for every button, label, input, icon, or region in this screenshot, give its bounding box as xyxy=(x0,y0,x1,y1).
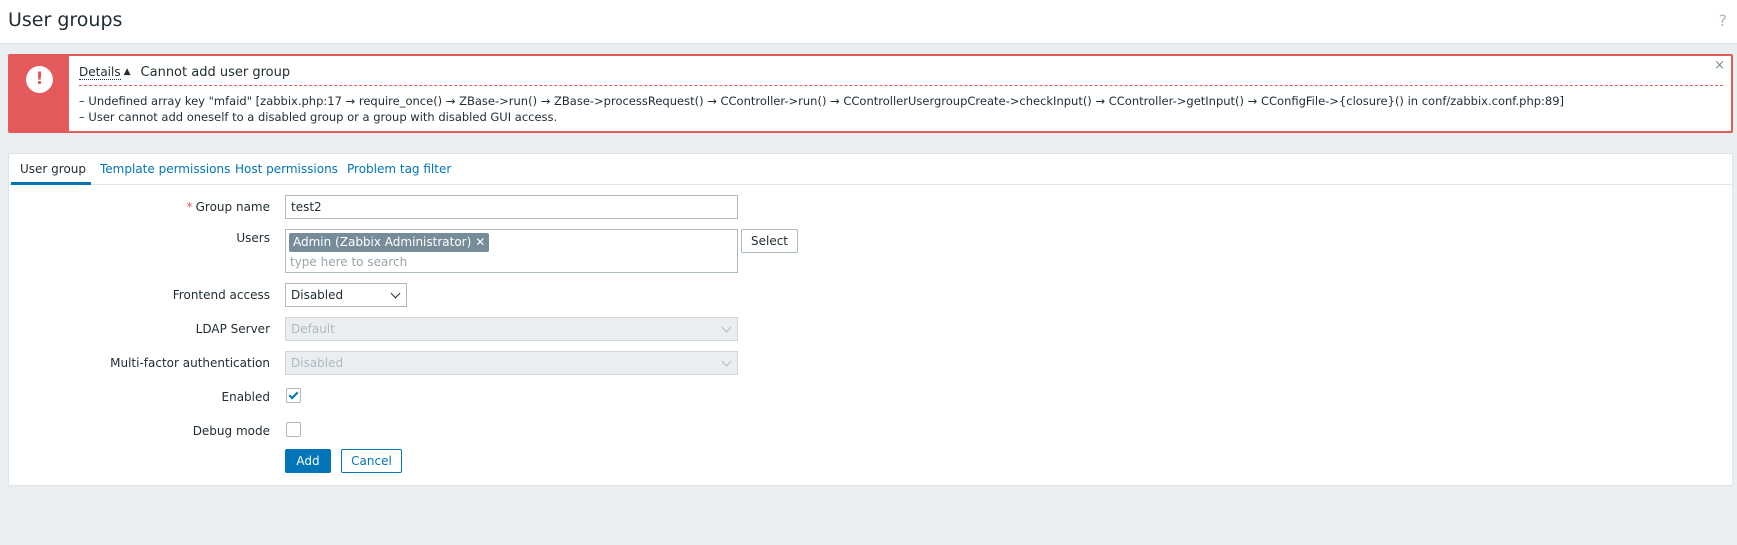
arrow-up-icon[interactable]: ▲ xyxy=(124,67,131,77)
tab-user-group[interactable]: User group xyxy=(11,154,91,185)
ldap-server-value: Default xyxy=(291,322,335,336)
frontend-access-select[interactable]: Disabled xyxy=(285,283,407,307)
chip-close-icon[interactable]: ✕ xyxy=(475,235,485,249)
users-label: Users xyxy=(236,231,270,245)
mfa-value: Disabled xyxy=(291,356,344,370)
chevron-down-icon xyxy=(721,322,732,333)
ldap-server-select: Default xyxy=(285,317,738,341)
users-search-input[interactable] xyxy=(290,254,730,270)
form-container: User group Template permissions Host per… xyxy=(8,153,1733,486)
user-chip: Admin (Zabbix Administrator) ✕ xyxy=(289,233,490,252)
close-icon[interactable]: × xyxy=(1714,58,1725,73)
enabled-label: Enabled xyxy=(221,390,271,404)
message-detail-item: – User cannot add oneself to a disabled … xyxy=(79,110,558,124)
tab-problem-tag-filter[interactable]: Problem tag filter xyxy=(347,154,451,185)
exclamation-icon: ! xyxy=(26,66,53,93)
tab-host-permissions[interactable]: Host permissions xyxy=(235,154,338,185)
debug-mode-checkbox[interactable] xyxy=(286,422,301,437)
message-title: Cannot add user group xyxy=(140,64,291,80)
page-title: User groups xyxy=(8,9,123,31)
group-name-input[interactable] xyxy=(285,195,738,219)
frontend-access-value: Disabled xyxy=(291,288,344,302)
user-chip-label: Admin (Zabbix Administrator) xyxy=(293,235,472,249)
error-icon-area: ! xyxy=(10,56,69,131)
enabled-checkbox[interactable] xyxy=(286,388,301,403)
tab-bar: User group Template permissions Host per… xyxy=(9,154,1732,185)
mfa-label: Multi-factor authentication xyxy=(110,356,270,370)
users-multiselect[interactable]: Admin (Zabbix Administrator) ✕ xyxy=(285,229,738,273)
add-button[interactable]: Add xyxy=(285,449,331,473)
group-name-label: * Group name xyxy=(187,200,270,214)
page-header: User groups ? xyxy=(0,0,1737,44)
details-toggle[interactable]: Details xyxy=(79,65,121,80)
cancel-button[interactable]: Cancel xyxy=(341,449,402,473)
frontend-access-label: Frontend access xyxy=(172,288,270,302)
message-detail-item: – Undefined array key "mfaid" [zabbix.ph… xyxy=(79,94,1565,108)
message-divider xyxy=(79,85,1723,86)
users-select-button[interactable]: Select xyxy=(741,229,798,253)
message-details: – Undefined array key "mfaid" [zabbix.ph… xyxy=(79,93,1711,125)
ldap-server-label: LDAP Server xyxy=(195,322,270,336)
help-icon[interactable]: ? xyxy=(1719,11,1728,30)
chevron-down-icon xyxy=(721,356,732,367)
chevron-down-icon xyxy=(390,288,401,299)
message-header: Details ▲ Cannot add user group xyxy=(79,62,290,82)
required-marker: * xyxy=(186,200,193,214)
mfa-select: Disabled xyxy=(285,351,738,375)
error-message: ! Details ▲ Cannot add user group – Unde… xyxy=(8,54,1733,133)
tab-template-permissions[interactable]: Template permissions xyxy=(100,154,230,185)
check-icon xyxy=(288,389,299,400)
group-name-label-text: Group name xyxy=(195,200,270,214)
debug-mode-label: Debug mode xyxy=(192,424,270,438)
